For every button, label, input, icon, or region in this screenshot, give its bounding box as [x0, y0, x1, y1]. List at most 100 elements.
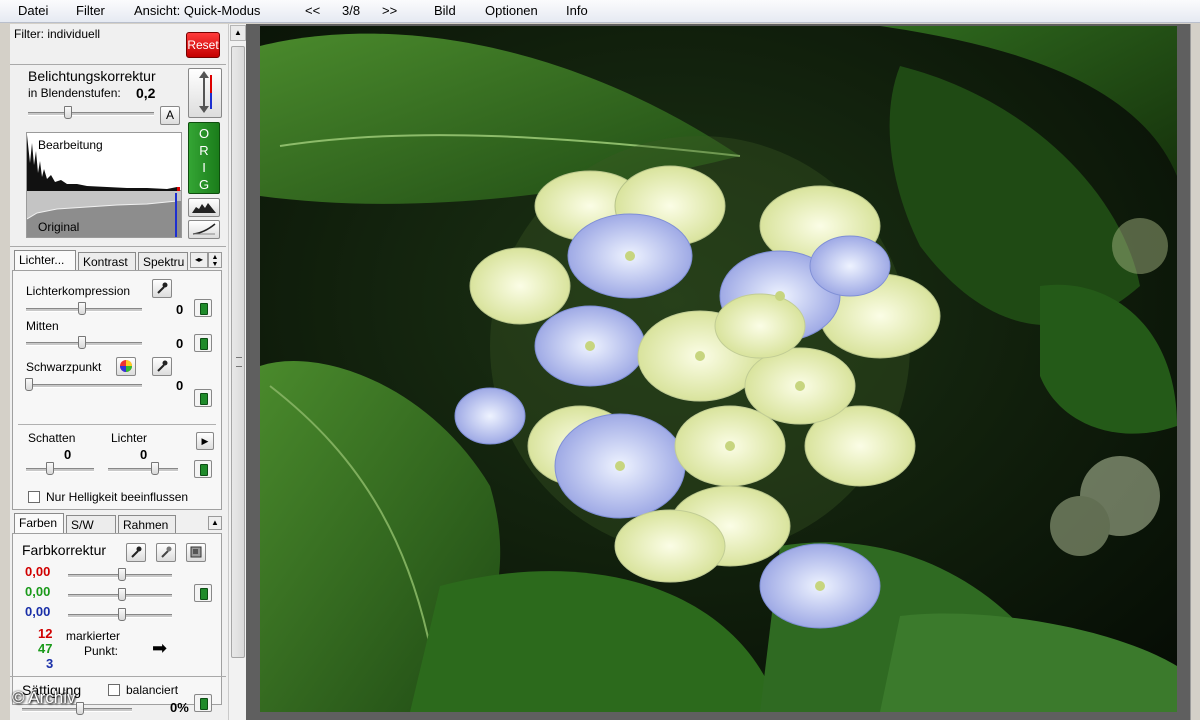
orig-letter: G [198, 177, 210, 192]
tab-rahmen[interactable]: Rahmen [118, 515, 176, 533]
filter-label: Filter: individuell [14, 27, 101, 41]
scroll-thumb[interactable] [231, 46, 245, 658]
menu-bild[interactable]: Bild [434, 3, 456, 18]
schwarzpunkt-value: 0 [176, 378, 184, 393]
auto-exposure-button[interactable]: A [160, 106, 180, 125]
punkt-label: Punkt: [84, 644, 119, 658]
prev-image-button[interactable]: << [305, 3, 320, 18]
saettigung-value: 0% [170, 700, 189, 715]
tab-scroll-arrows-icon[interactable]: ◂▸ [190, 252, 208, 268]
mitten-toggle[interactable] [194, 334, 212, 352]
nur-helligkeit-checkbox[interactable] [28, 491, 40, 503]
tab-kontrast[interactable]: Kontrast [78, 252, 136, 270]
pixel-red: 12 [38, 626, 53, 641]
hydrangea-photo[interactable] [260, 26, 1177, 712]
histogram: Bearbeitung Original [26, 132, 182, 238]
mitten-label: Mitten [26, 319, 59, 333]
nur-helligkeit-label: Nur Helligkeit beeinflussen [46, 490, 189, 504]
menu-bar: Datei Filter Ansicht: Quick-Modus << 3/8… [0, 0, 1200, 23]
exposure-range-icon[interactable] [188, 68, 222, 118]
blue-value: 0,00 [25, 604, 51, 619]
histogram-mode-icon[interactable] [188, 198, 220, 217]
exposure-slider[interactable] [28, 112, 154, 116]
schatten-thumb[interactable] [46, 462, 54, 475]
orig-letter: O [198, 126, 210, 141]
schatten-slider[interactable] [26, 468, 94, 472]
eyedropper-icon[interactable] [152, 279, 172, 298]
copyright-watermark: © Archiv [12, 688, 76, 707]
exposure-title: Belichtungskorrektur [28, 68, 156, 84]
lichterkompression-toggle[interactable] [194, 299, 212, 317]
menu-optionen[interactable]: Optionen [485, 3, 538, 18]
menu-datei[interactable]: Datei [18, 3, 48, 18]
pixel-green: 47 [38, 641, 53, 656]
collapse-up-icon[interactable]: ▲ [208, 516, 222, 530]
saettigung-toggle[interactable] [194, 694, 212, 712]
saturation-divider [10, 676, 226, 677]
tab-lichter[interactable]: Lichter... [14, 250, 76, 270]
black-point-eyedropper-icon[interactable] [152, 357, 172, 376]
scroll-grip-icon [236, 357, 242, 367]
color-wheel-icon[interactable] [116, 357, 136, 376]
shadows-divider [18, 424, 216, 425]
tabs-top-divider [10, 246, 226, 247]
reset-button[interactable]: Reset [186, 32, 220, 58]
lichter-thumb[interactable] [151, 462, 159, 475]
histogram-bottom-label: Original [38, 220, 80, 234]
exposure-unit-label: in Blendenstufen: [28, 86, 121, 100]
red-value: 0,00 [25, 564, 51, 579]
lichter-label: Lichter [111, 431, 148, 445]
exposure-slider-thumb[interactable] [64, 106, 72, 119]
markierter-label: markierter [66, 629, 121, 643]
pixel-blue: 3 [46, 656, 54, 671]
collapse-toggle-icon[interactable]: ▲ ▼ [208, 252, 222, 268]
play-icon[interactable]: ▶ [196, 432, 214, 450]
orig-letter: R [199, 143, 209, 158]
page-counter: 3/8 [342, 3, 361, 18]
exposure-divider [10, 64, 226, 65]
tab-farben[interactable]: Farben [14, 513, 64, 533]
balanciert-label: balanciert [126, 683, 179, 697]
adjustment-panel: Filter: individuell Reset Belichtungskor… [10, 24, 229, 720]
tab-sw[interactable]: S/W [66, 515, 116, 533]
lichter-slider[interactable] [108, 468, 178, 472]
blue-thumb[interactable] [118, 608, 126, 621]
menu-info[interactable]: Info [566, 3, 588, 18]
menu-ansicht[interactable]: Ansicht: Quick-Modus [134, 3, 260, 18]
schatten-value: 0 [64, 447, 72, 462]
curve-mode-icon[interactable] [188, 220, 220, 239]
schwarzpunkt-label: Schwarzpunkt [26, 360, 102, 374]
next-image-button[interactable]: >> [382, 3, 397, 18]
schatten-lichter-toggle[interactable] [194, 460, 212, 478]
image-compare-icon[interactable] [186, 543, 206, 562]
lichter-value: 0 [140, 447, 148, 462]
neutral-eyedropper-icon[interactable] [156, 543, 176, 562]
histogram-top-label: Bearbeitung [38, 138, 103, 152]
mitten-thumb[interactable] [78, 336, 86, 349]
saettigung-thumb[interactable] [76, 702, 84, 715]
lichterkompression-label: Lichterkompression [26, 284, 131, 298]
tab-spektrum[interactable]: Spektru [138, 252, 188, 270]
balanciert-checkbox[interactable] [108, 684, 120, 696]
orig-letter: I [202, 160, 206, 175]
exposure-value: 0,2 [136, 85, 156, 101]
lichterkompression-thumb[interactable] [78, 302, 86, 315]
lichter-tab-panel [12, 270, 222, 510]
farbkorrektur-toggle[interactable] [194, 584, 212, 602]
schwarzpunkt-thumb[interactable] [25, 378, 33, 391]
green-thumb[interactable] [118, 588, 126, 601]
image-viewer [246, 24, 1200, 720]
lichterkompression-value: 0 [176, 302, 184, 317]
menu-filter[interactable]: Filter [76, 3, 105, 18]
arrow-right-icon: ➡ [152, 638, 168, 658]
schwarzpunkt-slider[interactable] [26, 384, 142, 388]
red-thumb[interactable] [118, 568, 126, 581]
panel-scrollbar[interactable]: ▲ [228, 24, 247, 720]
orig-toggle-button[interactable]: O R I G [188, 122, 220, 194]
schatten-label: Schatten [28, 431, 76, 445]
color-eyedropper-icon[interactable] [126, 543, 146, 562]
viewer-right-edge [1190, 24, 1200, 720]
green-value: 0,00 [25, 584, 51, 599]
schwarzpunkt-toggle[interactable] [194, 389, 212, 407]
scroll-up-icon[interactable]: ▲ [230, 25, 246, 41]
